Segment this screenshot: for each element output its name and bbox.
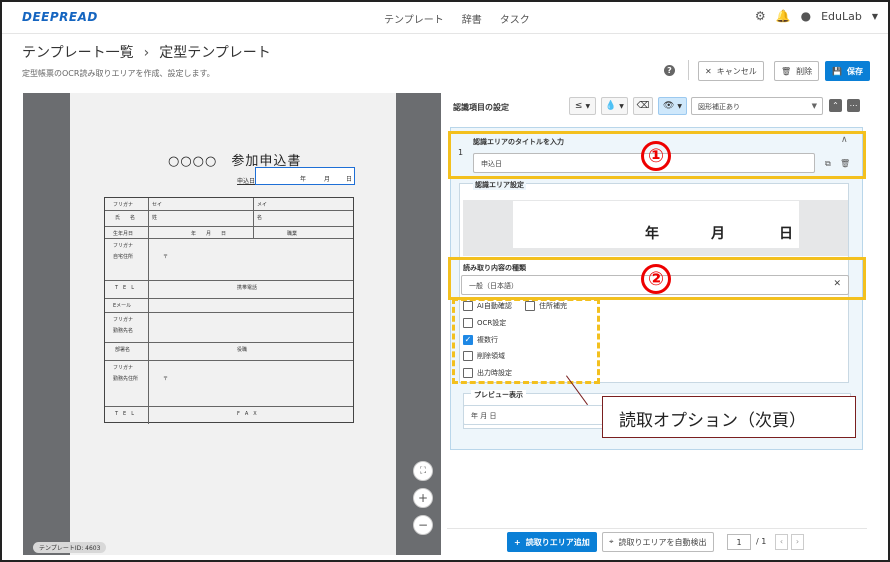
date-year: 年 bbox=[300, 176, 307, 183]
selected-read-area[interactable]: 年 月 日 bbox=[255, 167, 355, 185]
fill-tool[interactable]: 💧 ▼ bbox=[601, 97, 628, 115]
crop-year: 年 bbox=[645, 226, 659, 242]
table-row: 氏 名姓名 bbox=[105, 210, 353, 221]
help-icon[interactable]: ? bbox=[664, 65, 675, 76]
less-equal-icon: ≤ bbox=[574, 101, 583, 111]
preview-label: プレビュー表示 bbox=[471, 390, 526, 400]
delete-label: 削除 bbox=[796, 66, 813, 76]
correction-mode-value: 図形補正あり bbox=[698, 103, 740, 111]
read-options-callout: 読取オプション（次頁） bbox=[602, 396, 856, 438]
nav-item-tasks[interactable]: タスク bbox=[500, 11, 530, 26]
nav-item-dictionary[interactable]: 辞書 bbox=[462, 11, 482, 26]
plus-icon: + bbox=[514, 537, 521, 547]
table-row: T E LF A X bbox=[105, 406, 353, 417]
annotation-marker-2: ② bbox=[641, 264, 671, 294]
crop-month: 月 bbox=[711, 226, 725, 242]
page-title: 定型テンプレート bbox=[159, 45, 271, 61]
table-row: 部署名 役職 bbox=[105, 342, 353, 353]
document-date-label: 申込日 bbox=[237, 178, 256, 185]
document-page: ○○○○ 参加申込書 申込日 年 月 日 フリガナ セイ メイ 氏 名姓名 生年月日… bbox=[70, 93, 396, 555]
chevron-down-icon: ▼ bbox=[811, 102, 817, 110]
correction-mode-select[interactable]: 図形補正あり ▼ bbox=[691, 97, 823, 115]
next-page-icon[interactable]: › bbox=[791, 534, 804, 550]
save-button[interactable]: 💾 保存 bbox=[825, 61, 870, 81]
chevron-down-icon: ▼ bbox=[585, 102, 591, 110]
top-navigation-bar: DEEPREAD テンプレート 辞書 タスク ⚙ 🔔 ● EduLab ▼ bbox=[2, 2, 888, 34]
eraser-tool[interactable]: ⌫ bbox=[633, 97, 653, 115]
document-preview-panel: ○○○○ 参加申込書 申込日 年 月 日 フリガナ セイ メイ 氏 名姓名 生年月日… bbox=[23, 93, 441, 555]
preview-value: 年 月 日 bbox=[463, 405, 613, 425]
top-icons: ⚙ 🔔 ● EduLab ▼ bbox=[755, 9, 878, 23]
table-row: 生年月日年 月 日職業 bbox=[105, 226, 353, 237]
date-month: 月 bbox=[324, 176, 331, 183]
main-nav: テンプレート 辞書 タスク bbox=[384, 11, 530, 26]
delete-button[interactable]: 🗑 削除 bbox=[774, 61, 820, 81]
annotation-marker-1: ① bbox=[641, 141, 671, 171]
breadcrumb-root[interactable]: テンプレート一覧 bbox=[22, 45, 134, 61]
application-form-table: フリガナ セイ メイ 氏 名姓名 生年月日年 月 日職業 フリガナ 自宅住所〒 T … bbox=[104, 197, 354, 424]
collapse-all-icon[interactable]: ⌃ bbox=[829, 99, 842, 112]
table-row: フリガナ bbox=[105, 238, 353, 249]
area-crop-image: 年 月 日 bbox=[513, 201, 799, 248]
close-icon: ✕ bbox=[705, 66, 712, 76]
eye-icon: 👁 bbox=[662, 101, 675, 111]
table-row: Eメール bbox=[105, 298, 353, 309]
page-subtitle: 定型帳票のOCR読み取りエリアを作成、設定します。 bbox=[22, 69, 215, 78]
nav-item-templates[interactable]: テンプレート bbox=[384, 11, 444, 26]
save-icon: 💾 bbox=[832, 66, 842, 76]
crosshair-icon: ⌖ bbox=[609, 537, 614, 546]
zoom-in-icon[interactable]: + bbox=[413, 488, 433, 508]
bottom-toolbar: + 読取りエリア追加 ⌖ 読取りエリアを自動検出 1 / 1 ‹ › bbox=[447, 528, 867, 554]
zoom-out-icon[interactable]: − bbox=[413, 515, 433, 535]
table-row: フリガナ bbox=[105, 312, 353, 323]
align-tool[interactable]: ≤ ▼ bbox=[569, 97, 596, 115]
chevron-down-icon[interactable]: ▼ bbox=[872, 12, 878, 21]
auto-detect-button[interactable]: ⌖ 読取りエリアを自動検出 bbox=[602, 532, 714, 552]
breadcrumb-separator: › bbox=[143, 45, 150, 61]
chevron-down-icon: ▼ bbox=[677, 102, 683, 110]
gear-icon[interactable]: ⚙ bbox=[755, 9, 766, 23]
drop-icon: 💧 bbox=[605, 101, 617, 111]
table-row: T E L 携帯電話 bbox=[105, 280, 353, 291]
eraser-icon: ⌫ bbox=[636, 101, 650, 111]
breadcrumb: テンプレート一覧 › 定型テンプレート bbox=[22, 42, 271, 62]
page-total: / 1 bbox=[756, 537, 767, 546]
add-read-area-button[interactable]: + 読取りエリア追加 bbox=[507, 532, 597, 552]
table-row: フリガナ bbox=[105, 360, 353, 371]
bell-icon[interactable]: 🔔 bbox=[776, 9, 791, 23]
table-divider bbox=[148, 198, 149, 424]
trash-icon: 🗑 bbox=[781, 66, 792, 76]
chevron-down-icon: ▼ bbox=[619, 102, 624, 110]
more-options-icon[interactable]: ⋯ bbox=[847, 99, 860, 112]
cancel-label: キャンセル bbox=[716, 66, 757, 76]
area-setting-label: 認識エリア設定 bbox=[473, 180, 526, 190]
highlight-read-options bbox=[452, 298, 600, 384]
divider bbox=[688, 60, 689, 80]
date-day: 日 bbox=[346, 176, 353, 183]
auto-detect-label: 読取りエリアを自動検出 bbox=[618, 537, 707, 547]
crop-day: 日 bbox=[779, 226, 793, 242]
fit-screen-icon[interactable]: ⛶ bbox=[413, 461, 433, 481]
settings-title: 認識項目の設定 bbox=[453, 103, 509, 112]
table-divider bbox=[253, 198, 254, 238]
user-avatar-icon: ● bbox=[800, 9, 812, 23]
template-id-badge: テンプレートID: 4603 bbox=[33, 542, 107, 553]
page-number-input[interactable]: 1 bbox=[727, 534, 751, 550]
add-area-label: 読取りエリア追加 bbox=[525, 537, 590, 547]
app-logo[interactable]: DEEPREAD bbox=[22, 10, 98, 24]
user-name[interactable]: EduLab bbox=[821, 10, 862, 23]
cancel-button[interactable]: ✕ キャンセル bbox=[698, 61, 764, 81]
visibility-tool[interactable]: 👁 ▼ bbox=[658, 97, 687, 115]
save-label: 保存 bbox=[846, 66, 863, 76]
prev-page-icon[interactable]: ‹ bbox=[775, 534, 788, 550]
